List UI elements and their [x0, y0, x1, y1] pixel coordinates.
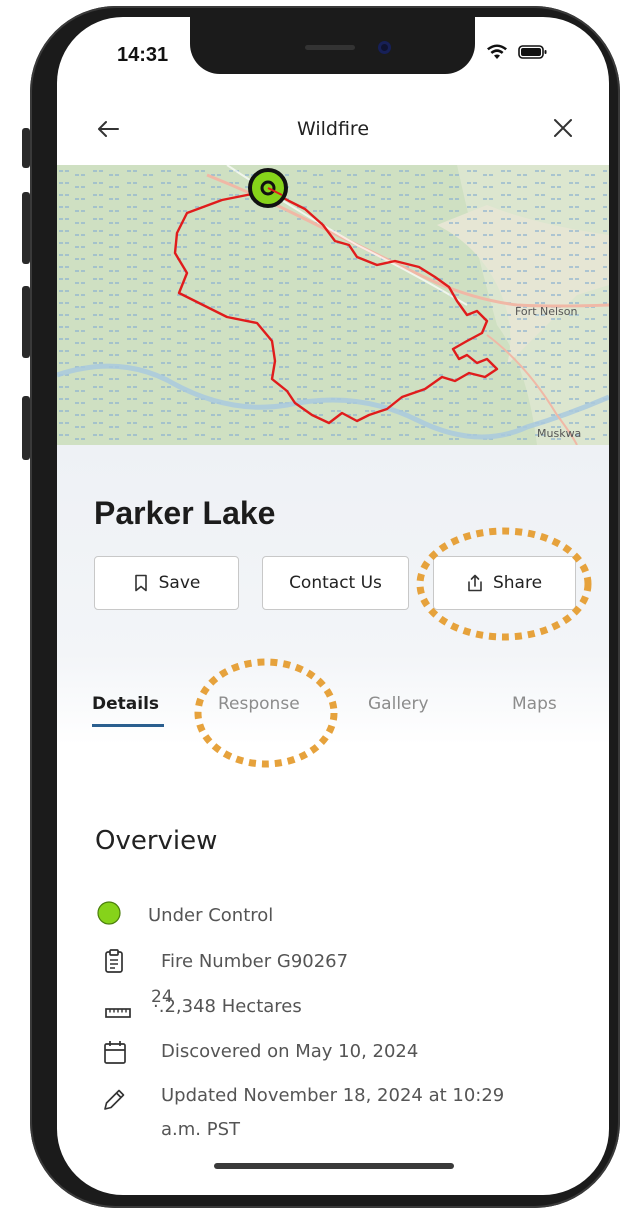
contact-us-button[interactable]: Contact Us — [262, 556, 409, 610]
share-icon — [468, 574, 482, 592]
status-time: 14:31 — [117, 44, 169, 66]
phone-notch — [190, 17, 475, 74]
status-text: Under Control — [148, 905, 274, 926]
fire-title: Parker Lake — [94, 495, 276, 531]
updated-text-line2: a.m. PST — [161, 1119, 241, 1140]
phone-side-button — [22, 286, 30, 358]
fire-map-canvas: Fort Nelson Muskwa — [57, 165, 609, 445]
bookmark-icon — [134, 574, 147, 592]
tab-response[interactable]: Response — [218, 694, 300, 714]
save-button[interactable]: Save — [94, 556, 239, 610]
tab-bar: Details Response Gallery Maps — [92, 694, 572, 734]
top-nav-bar: Wildfire — [57, 100, 609, 160]
active-tab-indicator — [92, 724, 164, 727]
save-label: Save — [158, 573, 201, 593]
calendar-icon — [104, 1041, 126, 1064]
tab-details[interactable]: Details — [92, 694, 159, 714]
updated-text-line1: Updated November 18, 2024 at 10:29 — [161, 1085, 505, 1106]
tab-gallery[interactable]: Gallery — [368, 694, 429, 714]
updated-row: Updated November 18, 2024 at 10:29 a.m. … — [95, 1083, 535, 1145]
fire-number-row: Fire Number G90267 — [95, 949, 475, 977]
clipboard-icon — [105, 949, 123, 973]
overview-heading: Overview — [95, 826, 218, 856]
contact-us-label: Contact Us — [289, 573, 382, 593]
hectares-row: 24 ·.2,348 Hectares — [95, 987, 475, 1022]
phone-side-button — [22, 192, 30, 264]
speaker-grille — [305, 45, 355, 50]
status-icons — [486, 44, 548, 60]
map-label-muskwa: Muskwa — [537, 427, 581, 440]
home-indicator — [214, 1163, 454, 1169]
status-dot-icon — [97, 901, 121, 925]
discovered-text: Discovered on May 10, 2024 — [161, 1041, 419, 1062]
ruler-icon — [105, 1008, 131, 1018]
page-title: Wildfire — [296, 118, 370, 140]
discovered-row: Discovered on May 10, 2024 — [95, 1039, 475, 1067]
battery-icon — [518, 45, 547, 59]
pencil-icon — [104, 1089, 125, 1110]
phone-side-button — [22, 396, 30, 460]
fire-map[interactable]: Fort Nelson Muskwa — [57, 165, 609, 445]
front-camera — [378, 41, 391, 54]
hectares-text: ·.2,348 Hectares — [153, 996, 302, 1017]
map-label-fort-nelson: Fort Nelson — [515, 305, 578, 318]
share-button[interactable]: Share — [433, 556, 576, 610]
phone-side-button — [22, 128, 30, 168]
wifi-icon — [487, 44, 507, 59]
share-label: Share — [492, 573, 543, 593]
tab-maps[interactable]: Maps — [512, 694, 557, 714]
status-row: Under Control — [95, 901, 395, 931]
fire-number-text: Fire Number G90267 — [161, 951, 349, 972]
close-icon[interactable] — [551, 116, 575, 140]
